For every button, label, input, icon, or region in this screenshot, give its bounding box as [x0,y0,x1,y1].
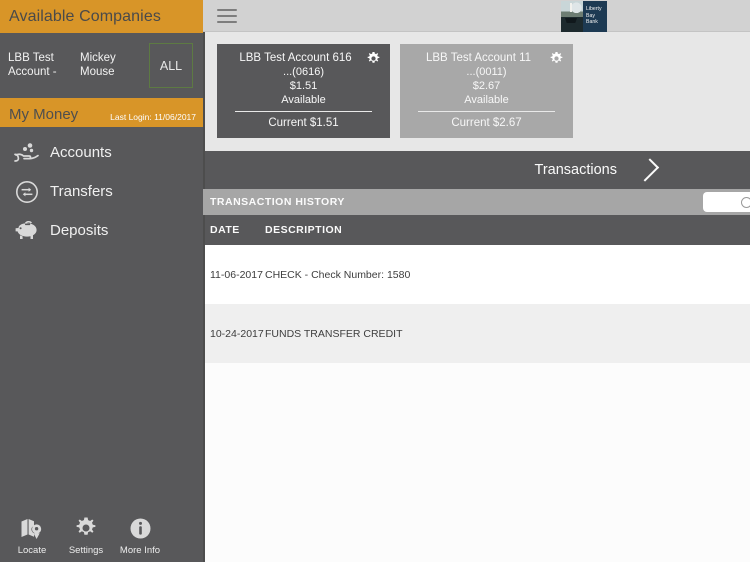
table-row-description: CHECK - Check Number: 1580 [265,268,411,281]
transaction-history-bar: TRANSACTION HISTORY [203,189,750,215]
account-card-0-available-label: Available [281,94,326,106]
toolbar-item-locate[interactable]: Locate [6,514,58,556]
sidebar-nav: Accounts Transfers Deposits [0,127,203,250]
sidebar-bottom-toolbar: Locate Settings More Info [0,506,203,562]
account-card-1-current: Current $2.67 [451,117,522,129]
account-card-1-available-label: Available [464,94,509,106]
main-left-divider [203,0,205,562]
company-item-1[interactable]: Mickey Mouse [80,52,142,79]
account-card-0-name: LBB Test Account 616 [239,52,352,64]
toolbar-item-settings-label: Settings [68,545,104,556]
transaction-history-title: TRANSACTION HISTORY [210,196,345,208]
hand-coins-icon [11,137,43,169]
transfer-arrows-icon [11,176,43,208]
account-card-0-current: Current $1.51 [268,117,339,129]
toolbar-item-more-info-label: More Info [119,545,161,556]
sidebar: Available Companies LBB Test Account - M… [0,0,203,562]
company-item-0[interactable]: LBB Test Account - [8,52,70,79]
gear-icon[interactable] [549,51,564,71]
table-row[interactable]: 11-06-2017 CHECK - Check Number: 1580 [203,245,750,304]
transactions-nav-bar[interactable]: Transactions [203,151,750,189]
toolbar-item-more-info[interactable]: More Info [114,514,166,556]
sidebar-item-deposits[interactable]: Deposits [0,211,203,250]
app-root: Available Companies LBB Test Account - M… [0,0,750,562]
logo-line-1: Liberty [586,6,602,12]
account-card-0[interactable]: LBB Test Account 616 ...(0616) $1.51 Ava… [217,44,390,138]
accounts-carousel: LBB Test Account 616 ...(0616) $1.51 Ava… [203,32,750,151]
hamburger-menu-icon[interactable] [217,8,237,23]
table-row[interactable]: 10-24-2017 FUNDS TRANSFER CREDIT [203,304,750,363]
available-companies-header: Available Companies [0,0,203,33]
piggy-bank-icon [11,215,43,247]
table-row-date: 10-24-2017 [210,327,264,340]
account-card-1[interactable]: LBB Test Account 11 ...(0011) $2.67 Avai… [400,44,573,138]
info-circle-icon [129,514,152,542]
account-card-0-divider [235,111,372,112]
gear-icon [74,514,98,542]
account-card-1-divider [418,111,555,112]
sidebar-item-transfers-label: Transfers [50,183,113,200]
column-header-description: DESCRIPTION [265,224,343,236]
gear-icon[interactable] [366,51,381,71]
map-pin-icon [20,514,44,542]
my-money-title: My Money [9,106,79,123]
account-card-1-available-amount: $2.67 [472,80,501,92]
search-icon[interactable] [741,196,750,208]
harbor-boat-image [561,1,583,32]
companies-row: LBB Test Account - Mickey Mouse ALL [0,33,203,98]
column-header-date: DATE [210,224,240,236]
transactions-label: Transactions [534,162,617,178]
search-input[interactable] [703,192,750,212]
logo-line-3: Bank [586,19,598,26]
table-row-date: 11-06-2017 [210,268,263,281]
table-row-description: FUNDS TRANSFER CREDIT [265,327,403,340]
toolbar-item-settings[interactable]: Settings [60,514,112,556]
sidebar-item-accounts-label: Accounts [50,144,112,161]
my-money-header: My Money Last Login: 11/06/2017 [0,98,203,127]
account-card-1-mask: ...(0011) [466,66,507,78]
sidebar-item-transfers[interactable]: Transfers [0,172,203,211]
top-bar: Liberty Bay Bank [203,0,750,32]
transaction-table-header: DATE DESCRIPTION [203,215,750,245]
all-companies-button[interactable]: ALL [149,43,193,88]
bank-logo-text: Liberty Bay Bank [583,1,607,32]
logo-line-2: Bay [586,12,595,19]
sidebar-item-deposits-label: Deposits [50,222,109,239]
account-card-0-available-amount: $1.51 [289,80,318,92]
main-content: Liberty Bay Bank LBB Test Account 616 ..… [203,0,750,562]
account-card-1-name: LBB Test Account 11 [425,52,532,64]
sidebar-item-accounts[interactable]: Accounts [0,133,203,172]
bank-logo: Liberty Bay Bank [561,1,607,32]
toolbar-item-locate-label: Locate [17,545,47,556]
chevron-right-icon[interactable] [635,158,660,182]
available-companies-title: Available Companies [9,7,161,25]
last-login-text: Last Login: 11/06/2017 [110,112,196,122]
account-card-0-mask: ...(0616) [283,66,324,78]
